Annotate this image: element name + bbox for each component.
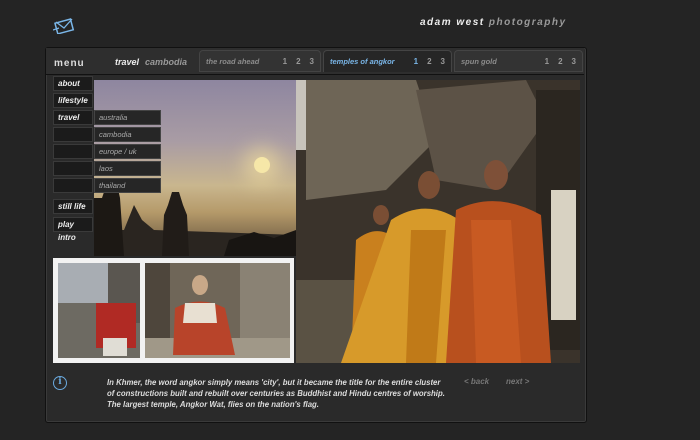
tab-label: temples of angkor <box>330 57 395 66</box>
tab-page-3[interactable]: 3 <box>441 57 445 66</box>
sidebar-item-about[interactable]: about <box>53 76 93 91</box>
photo-caption: In Khmer, the word angkor simply means '… <box>107 378 445 409</box>
info-icon[interactable]: i <box>53 376 67 390</box>
sidebar-spacer <box>53 178 93 193</box>
tab-the-road-ahead[interactable]: the road ahead 1 2 3 <box>199 50 321 72</box>
sidebar-spacer <box>53 144 93 159</box>
tab-page-3[interactable]: 3 <box>572 57 576 66</box>
sidebar-item-still-life[interactable]: still life <box>53 199 93 214</box>
submenu-cambodia[interactable]: cambodia <box>94 127 161 142</box>
tab-page-1[interactable]: 1 <box>414 57 418 66</box>
sidebar-item-play-intro[interactable]: play intro <box>53 217 93 242</box>
back-link[interactable]: < back <box>464 377 489 386</box>
submenu-europe-uk[interactable]: europe / uk <box>94 144 161 159</box>
submenu-laos[interactable]: laos <box>94 161 161 176</box>
sidebar-item-travel[interactable]: travel <box>53 110 93 125</box>
tab-page-1[interactable]: 1 <box>283 57 287 66</box>
monks-illustration <box>296 80 580 363</box>
sidebar-spacer <box>53 161 93 176</box>
current-section-sub: cambodia <box>145 57 188 67</box>
tab-label: the road ahead <box>206 56 260 66</box>
thumbnail-seated-monk[interactable] <box>145 263 290 358</box>
submenu-australia[interactable]: australia <box>94 110 161 125</box>
sidebar-spacer <box>53 127 93 142</box>
tab-page-2[interactable]: 2 <box>427 57 431 66</box>
monks-photo <box>296 80 580 363</box>
tab-label: spun gold <box>461 56 497 66</box>
tab-page-2[interactable]: 2 <box>296 57 300 66</box>
tab-page-2[interactable]: 2 <box>558 57 562 66</box>
sidebar-item-lifestyle[interactable]: lifestyle <box>53 93 93 108</box>
brand-subtitle: photography <box>488 17 567 28</box>
thumbnail-incense[interactable] <box>58 263 140 358</box>
tab-page-1[interactable]: 1 <box>545 57 549 66</box>
envelope-icon[interactable] <box>52 18 75 35</box>
brand-title: adam west photography <box>420 17 567 28</box>
submenu-thailand[interactable]: thailand <box>94 178 161 193</box>
brand-name: adam west <box>420 17 485 28</box>
tab-temples-of-angkor[interactable]: temples of angkor 1 2 3 <box>323 50 452 72</box>
current-section-label: travel <box>115 57 140 67</box>
tab-page-3[interactable]: 3 <box>310 57 314 66</box>
next-link[interactable]: next > <box>506 377 529 386</box>
current-section: travel cambodia <box>115 57 187 67</box>
menu-label: menu <box>54 58 85 69</box>
tab-spun-gold[interactable]: spun gold 1 2 3 <box>454 50 583 72</box>
